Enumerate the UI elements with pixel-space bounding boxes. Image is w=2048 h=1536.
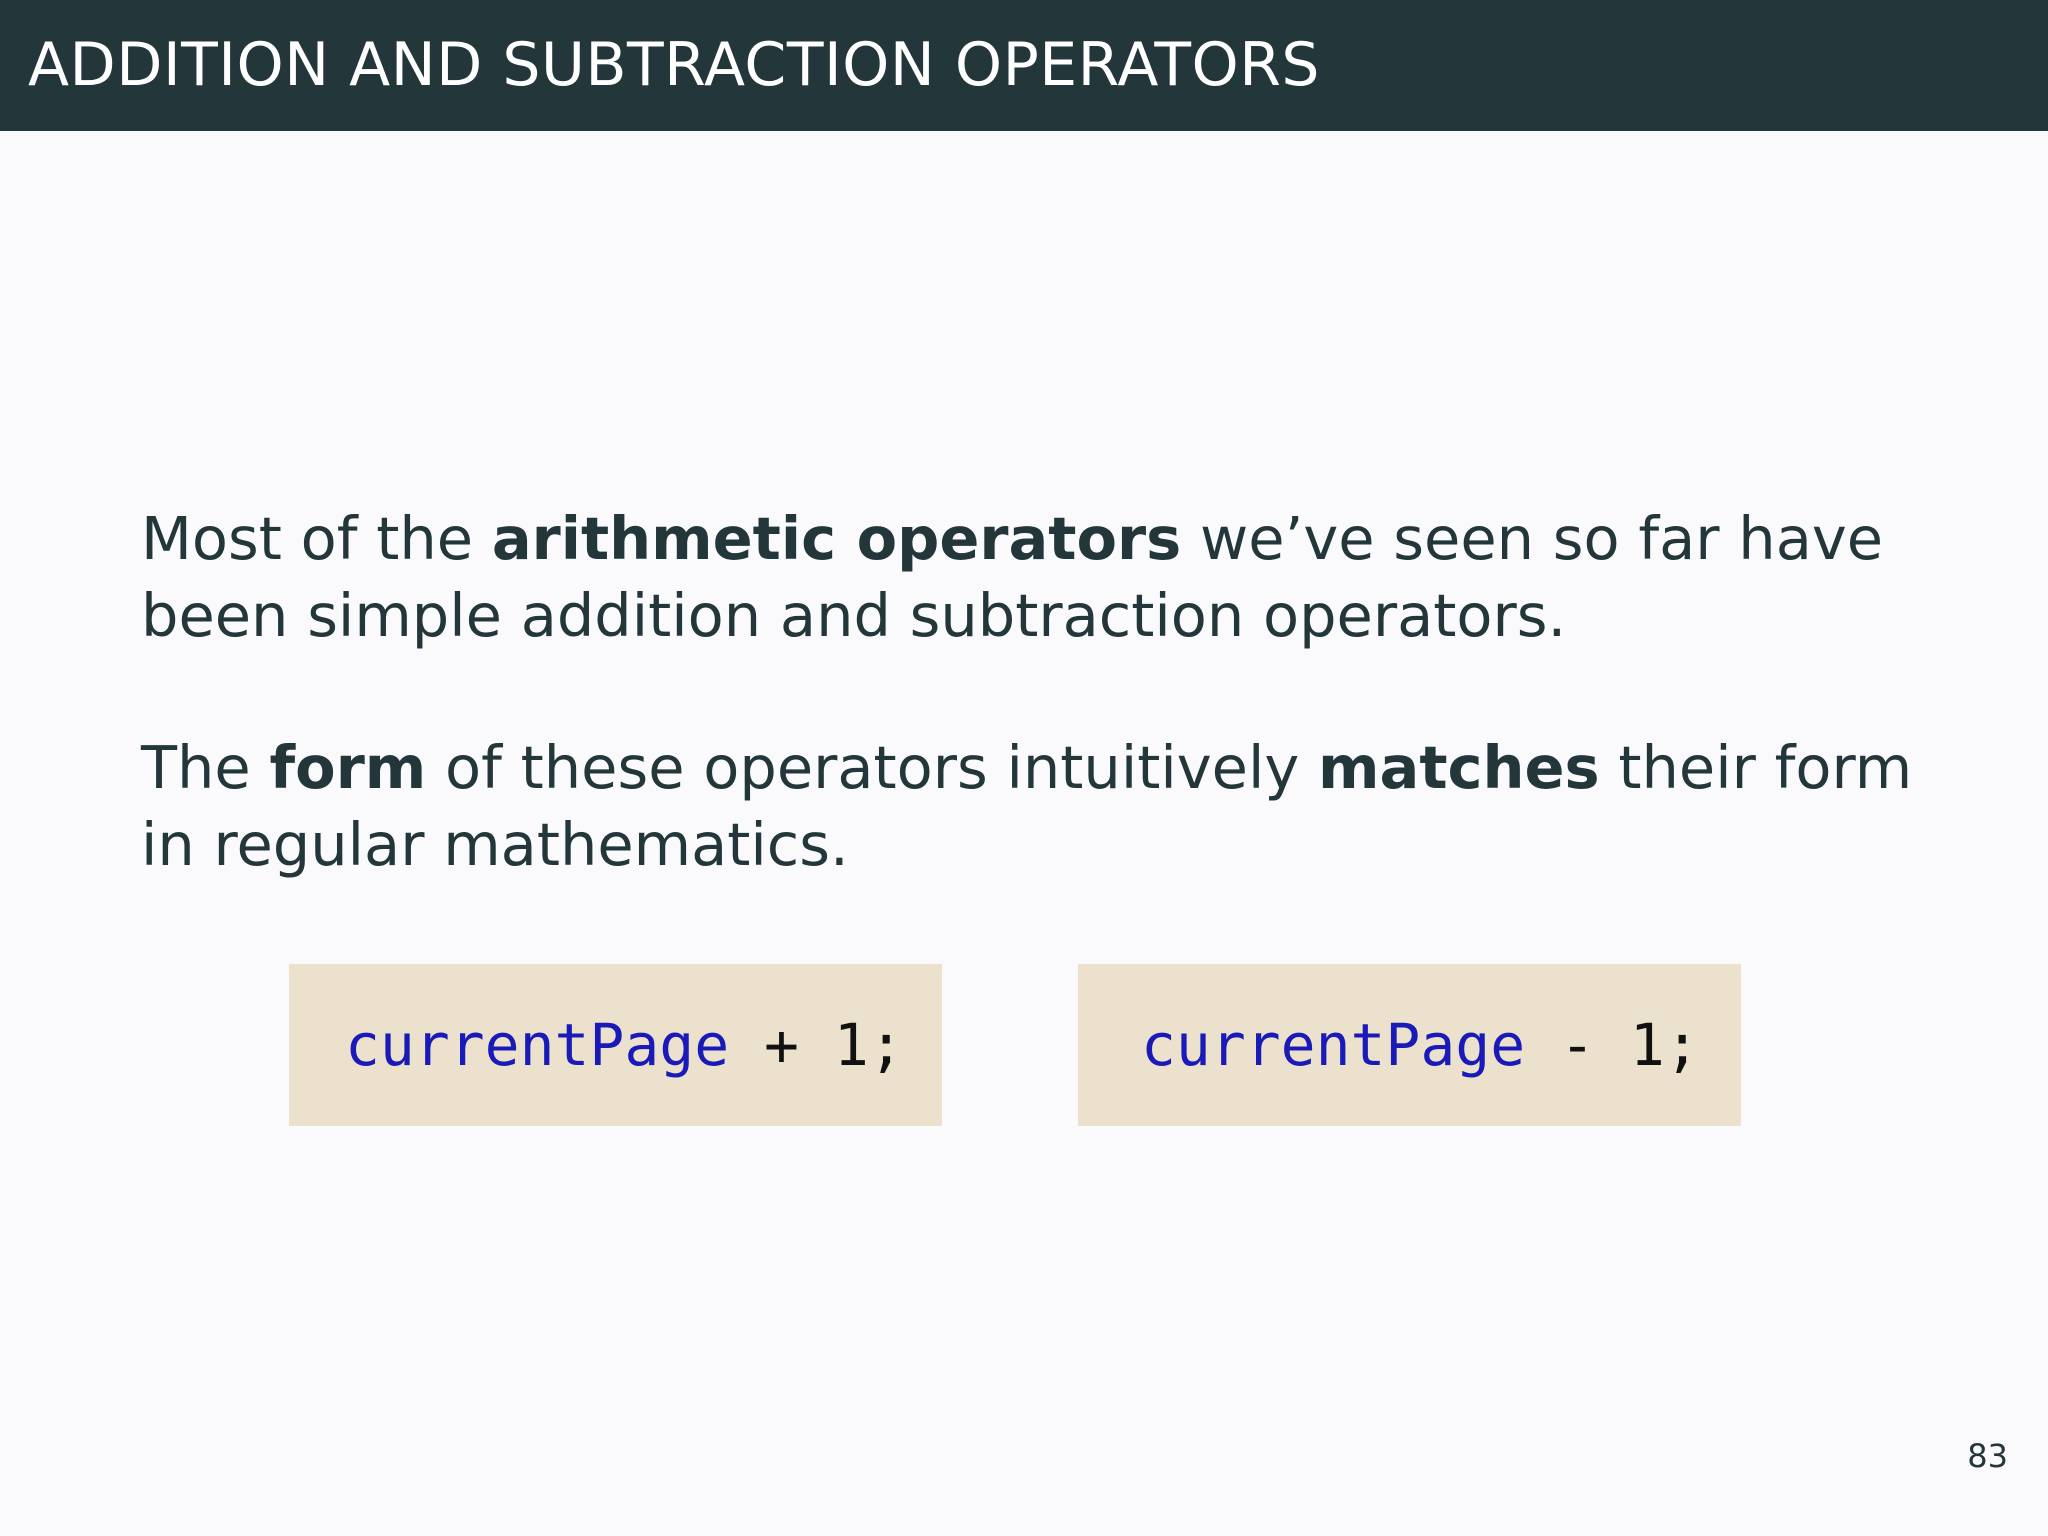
paragraph-text: Most of the [141,504,492,573]
paragraph-text: of these operators intuitively [426,733,1319,802]
slide-header: ADDITION AND SUBTRACTION OPERATORS [0,0,2048,131]
code-operand: 1; [1629,1011,1700,1079]
paragraph-operator-form: The form of these operators intuitively … [141,729,1941,883]
emphasis-matches: matches [1318,733,1600,802]
code-example-subtraction: currentPage - 1; [1078,964,1741,1126]
code-identifier: currentPage [345,1011,730,1079]
paragraph-arithmetic-operators: Most of the arithmetic operators we’ve s… [141,500,1941,654]
page-number: 83 [1967,1437,2008,1475]
emphasis-arithmetic-operators: arithmetic operators [491,504,1182,573]
code-operator: - [1525,1011,1630,1079]
slide-title: ADDITION AND SUBTRACTION OPERATORS [28,30,1320,100]
code-operand: 1; [833,1011,904,1079]
code-example-addition: currentPage + 1; [289,964,942,1126]
code-identifier: currentPage [1141,1011,1526,1079]
paragraph-text: The [141,733,270,802]
code-operator: + [729,1011,834,1079]
emphasis-form: form [269,733,427,802]
code-line: currentPage + 1; [345,1011,904,1079]
code-line: currentPage - 1; [1141,1011,1700,1079]
